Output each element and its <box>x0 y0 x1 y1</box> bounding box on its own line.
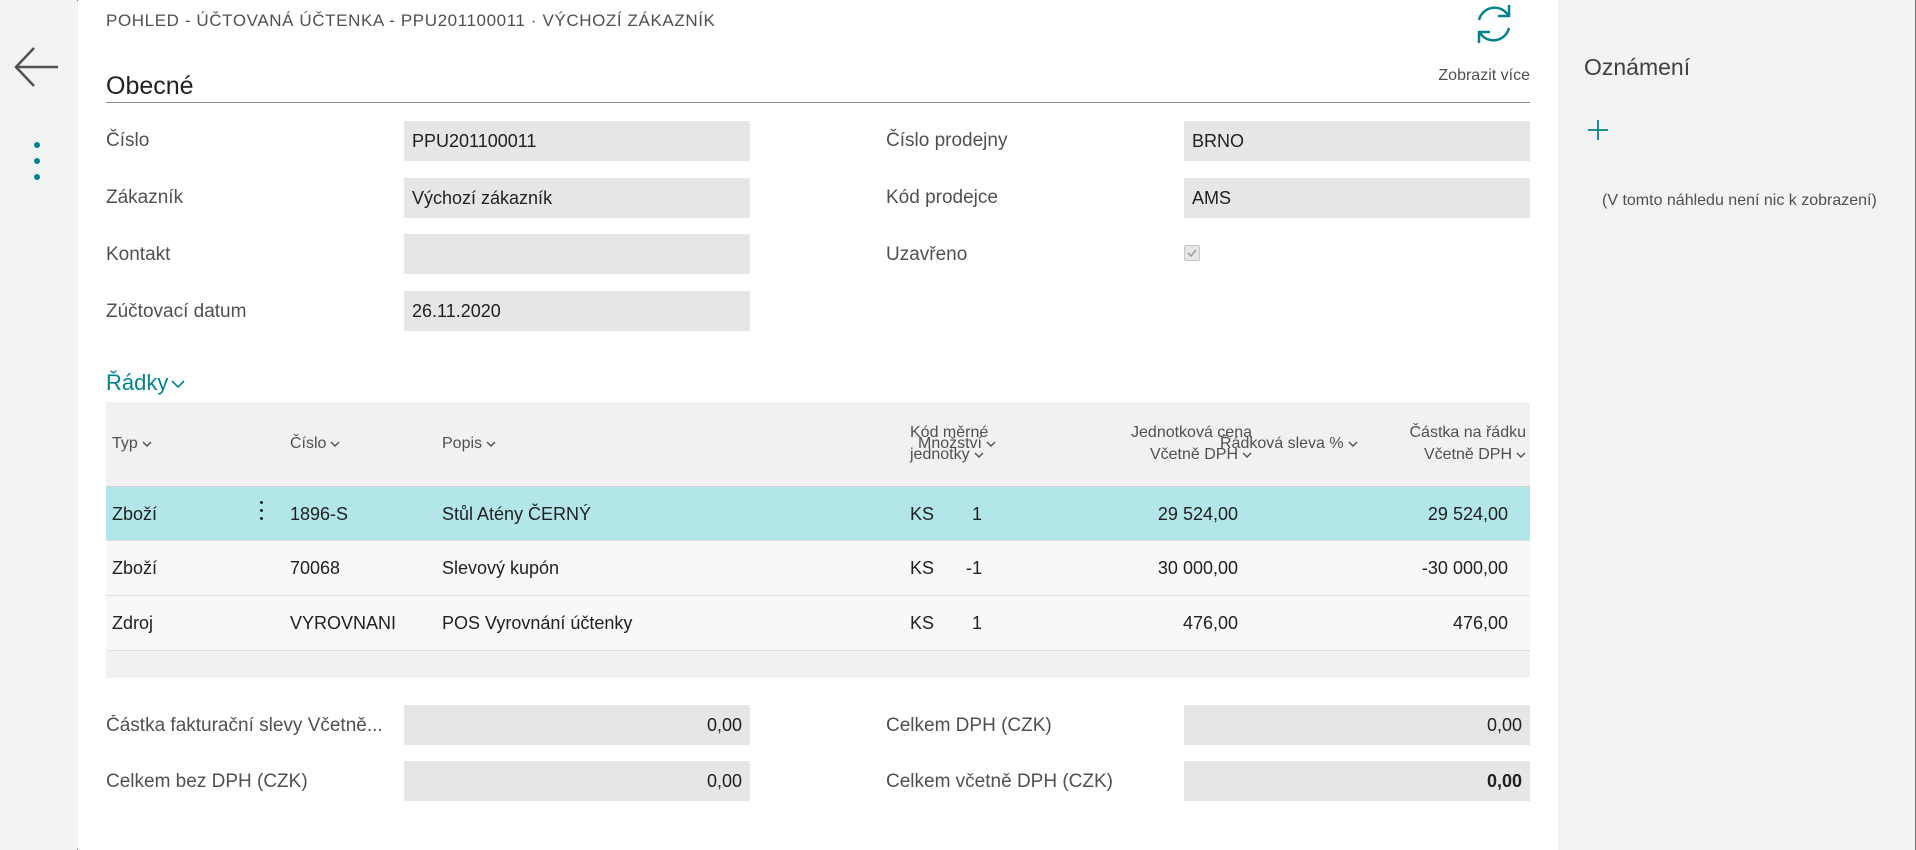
field-posting-date[interactable]: 26.11.2020 <box>404 291 750 331</box>
field-contact[interactable] <box>404 234 750 274</box>
breadcrumb: POHLED - ÚČTOVANÁ ÚČTENKA - PPU201100011… <box>106 11 716 30</box>
cell-type: Zboží <box>112 558 158 578</box>
column-header-type[interactable]: Typ <box>112 433 152 455</box>
vertical-ellipsis-icon <box>34 142 40 148</box>
field-salesperson[interactable]: AMS <box>1184 178 1530 218</box>
plus-icon <box>1588 120 1608 140</box>
total-label-incl-vat: Celkem včetně DPH (CZK) <box>886 771 1113 792</box>
cell-description: Slevový kupón <box>442 558 560 578</box>
chevron-down-icon <box>171 380 185 389</box>
refresh-icon <box>1477 5 1511 43</box>
cell-line-amount: 29 524,00 <box>1427 504 1508 524</box>
table-row[interactable]: Zboží 70068 Slevový kupón -1 KS 30 000,0… <box>106 541 1530 596</box>
cell-line-amount: -30 000,00 <box>1421 558 1508 578</box>
cell-line-amount: 476,00 <box>1452 613 1508 633</box>
cell-quantity: 1 <box>971 613 982 633</box>
cell-unit-code: KS <box>910 504 935 524</box>
lines-section-toggle[interactable]: Řádky <box>106 370 186 396</box>
show-more-link[interactable]: Zobrazit více <box>1438 67 1530 85</box>
check-icon <box>1187 249 1197 258</box>
cell-unit-price: 30 000,00 <box>1157 558 1238 578</box>
lines-title: Řádky <box>106 370 169 395</box>
more-actions-button[interactable] <box>22 142 52 192</box>
field-label-contact: Kontakt <box>106 244 171 265</box>
add-notification-button[interactable] <box>1586 118 1610 142</box>
field-label-posting-date: Zúčtovací datum <box>106 301 247 322</box>
field-number[interactable]: PPU201100011 <box>404 121 750 161</box>
grid-header: Typ Číslo Popis Množství Kód měrné jednot… <box>106 402 1530 486</box>
column-header-unit-code[interactable]: Kód měrné jednotky <box>910 422 988 466</box>
cell-number[interactable]: 1896-S <box>290 487 348 542</box>
total-invoice-discount: 0,00 <box>404 705 750 745</box>
chevron-down-icon <box>142 441 152 447</box>
chevron-down-icon <box>330 441 340 447</box>
arrow-left-icon <box>14 47 58 87</box>
column-header-description[interactable]: Popis <box>442 433 496 455</box>
cell-number[interactable]: VYROVNANI <box>290 596 396 651</box>
cell-unit-code: KS <box>910 558 935 578</box>
cell-type: Zdroj <box>112 613 154 633</box>
cell-quantity: -1 <box>965 558 982 578</box>
cell-unit-price: 476,00 <box>1182 613 1238 633</box>
chevron-down-icon <box>1516 452 1526 458</box>
field-label-customer: Zákazník <box>106 187 184 208</box>
total-label-vat: Celkem DPH (CZK) <box>886 715 1052 736</box>
column-header-line-amount[interactable]: Částka na řádku Včetně DPH <box>1336 422 1526 466</box>
total-vat: 0,00 <box>1184 705 1530 745</box>
notifications-pane: Oznámení (V tomto náhledu není nic k zob… <box>1558 0 1915 850</box>
lines-grid: Typ Číslo Popis Množství Kód měrné jednot… <box>106 402 1530 678</box>
total-incl-vat: 0,00 <box>1184 761 1530 801</box>
chevron-down-icon <box>486 441 496 447</box>
field-label-store-number: Číslo prodejny <box>886 130 1008 151</box>
cell-description: Stůl Atény ČERNÝ <box>442 504 592 524</box>
field-label-salesperson: Kód prodejce <box>886 187 998 208</box>
cell-unit-price: 29 524,00 <box>1157 504 1238 524</box>
section-title-general: Obecné <box>106 72 194 100</box>
field-customer[interactable]: Výchozí zákazník <box>404 178 750 218</box>
refresh-button[interactable] <box>1470 0 1518 48</box>
total-label-invoice-discount: Částka fakturační slevy Včetně... <box>106 715 383 736</box>
vertical-ellipsis-icon <box>259 501 263 504</box>
section-divider <box>106 102 1530 103</box>
main-card: POHLED - ÚČTOVANÁ ÚČTENKA - PPU201100011… <box>78 0 1558 850</box>
back-button[interactable] <box>12 42 62 92</box>
cell-type: Zboží <box>112 504 158 524</box>
cell-unit-code: KS <box>910 613 935 633</box>
table-row[interactable]: Zboží 1896-S Stůl Atény ČERNÝ 1 KS 29 52… <box>106 486 1530 541</box>
row-actions-button[interactable] <box>254 501 268 527</box>
left-rail <box>0 0 77 850</box>
cell-description: POS Vyrovnání účtenky <box>442 613 633 633</box>
cell-number[interactable]: 70068 <box>290 541 340 596</box>
column-header-number[interactable]: Číslo <box>290 433 340 455</box>
notifications-title: Oznámení <box>1584 54 1691 80</box>
closed-checkbox[interactable] <box>1184 245 1200 261</box>
field-label-number: Číslo <box>106 130 150 151</box>
notifications-empty-text: (V tomto náhledu není nic k zobrazení) <box>1602 192 1877 209</box>
total-excl-vat: 0,00 <box>404 761 750 801</box>
chevron-down-icon <box>974 452 984 458</box>
total-label-excl-vat: Celkem bez DPH (CZK) <box>106 771 308 792</box>
cell-quantity: 1 <box>971 504 982 524</box>
table-row[interactable]: Zdroj VYROVNANI POS Vyrovnání účtenky 1 … <box>106 596 1530 651</box>
field-store-number[interactable]: BRNO <box>1184 121 1530 161</box>
field-label-closed: Uzavřeno <box>886 244 968 265</box>
